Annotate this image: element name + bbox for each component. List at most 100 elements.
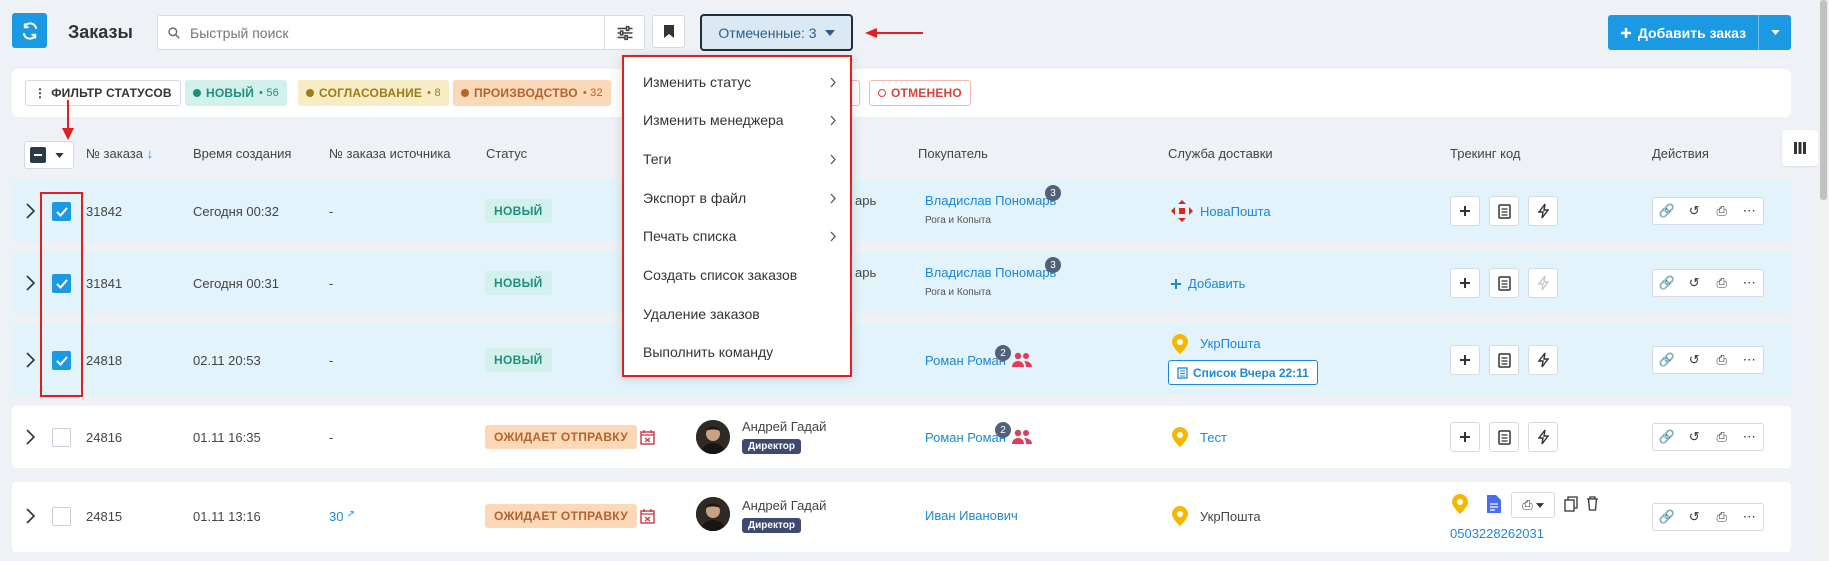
print-icon[interactable]: ⎙ <box>1708 424 1736 450</box>
print-icon[interactable]: ⎙ <box>1708 504 1736 530</box>
history-icon[interactable]: ↺ <box>1681 347 1709 373</box>
page-scrollbar-thumb[interactable] <box>1820 0 1827 200</box>
add-order-dropdown-toggle[interactable] <box>1758 15 1791 50</box>
buyer-link[interactable]: Владислав Пономарь <box>925 265 1056 280</box>
history-icon[interactable]: ↺ <box>1681 198 1709 224</box>
status-filter-button[interactable]: ⋮ ФИЛЬТР СТАТУСОВ <box>25 80 181 106</box>
table-row[interactable]: 24816 01.11 16:35 - ОЖИДАЕТ ОТПРАВКУ Анд… <box>12 406 1791 468</box>
copy-icon[interactable] <box>1564 496 1578 512</box>
calendar-cross-icon[interactable] <box>640 509 655 524</box>
print-icon[interactable]: ⎙ <box>1708 270 1736 296</box>
menu-item-create-order-list[interactable]: Создать список заказов <box>643 260 836 290</box>
select-all-checkbox[interactable] <box>30 147 46 163</box>
order-number[interactable]: 24815 <box>86 509 122 524</box>
column-source-no[interactable]: № заказа источника <box>329 146 451 161</box>
row-checkbox[interactable] <box>52 507 71 526</box>
menu-item-change-status[interactable]: Изменить статус <box>643 67 836 97</box>
table-row[interactable]: 24815 01.11 13:16 30 ↗ ОЖИДАЕТ ОТПРАВКУ … <box>12 482 1791 552</box>
status-badge[interactable]: ОЖИДАЕТ ОТПРАВКУ <box>485 504 637 528</box>
order-number[interactable]: 31841 <box>86 276 122 291</box>
history-icon[interactable]: ↺ <box>1681 504 1709 530</box>
document-button[interactable] <box>1489 345 1519 375</box>
history-icon[interactable]: ↺ <box>1681 270 1709 296</box>
print-icon[interactable]: ⎙ <box>1708 347 1736 373</box>
document-button[interactable] <box>1489 268 1519 298</box>
lightning-button[interactable] <box>1528 196 1558 226</box>
select-all-dropdown[interactable] <box>24 141 74 169</box>
status-chip-new[interactable]: НОВЫЙ • 56 <box>185 80 287 106</box>
buyer-link[interactable]: Иван Иванович <box>925 508 1018 523</box>
tracking-number-link[interactable]: 0503228262031 <box>1450 526 1544 541</box>
status-chip-production[interactable]: ПРОИЗВОДСТВО • 32 <box>453 80 611 106</box>
delivery-link[interactable]: Тест <box>1200 430 1227 445</box>
document-button[interactable] <box>1489 196 1519 226</box>
delivery-link[interactable]: УкрПошта <box>1200 336 1261 351</box>
status-badge[interactable]: НОВЫЙ <box>485 199 552 223</box>
print-icon[interactable]: ⎙ <box>1708 198 1736 224</box>
row-checkbox[interactable] <box>52 428 71 447</box>
search-filter-button[interactable] <box>604 16 644 49</box>
column-delivery[interactable]: Служба доставки <box>1168 146 1273 161</box>
table-row[interactable]: 31841 Сегодня 00:31 - НОВЫЙ арь Владисла… <box>12 252 1791 314</box>
lightning-button[interactable] <box>1528 422 1558 452</box>
chevron-right-icon[interactable] <box>26 275 35 291</box>
column-settings-button[interactable] <box>1782 130 1818 166</box>
chevron-right-icon[interactable] <box>26 429 35 445</box>
print-dropdown-button[interactable]: ⎙ <box>1511 492 1555 518</box>
menu-item-tags[interactable]: Теги <box>643 144 836 174</box>
column-order-no[interactable]: № заказа ↓ <box>86 146 153 161</box>
column-created[interactable]: Время создания <box>193 146 291 161</box>
link-icon[interactable]: 🔗 <box>1653 198 1681 224</box>
buyer-link[interactable]: Роман Роман <box>925 353 1006 368</box>
menu-item-delete-orders[interactable]: Удаление заказов <box>643 299 836 329</box>
menu-item-change-manager[interactable]: Изменить менеджера <box>643 105 836 135</box>
link-icon[interactable]: 🔗 <box>1653 504 1681 530</box>
menu-item-run-command[interactable]: Выполнить команду <box>643 337 836 367</box>
table-row[interactable]: 31842 Сегодня 00:32 - НОВЫЙ арь Владисла… <box>12 180 1791 242</box>
add-tracking-button[interactable] <box>1450 422 1480 452</box>
add-tracking-button[interactable] <box>1450 345 1480 375</box>
link-icon[interactable]: 🔗 <box>1653 347 1681 373</box>
manager-name[interactable]: Андрей Гадай <box>742 419 826 434</box>
menu-item-export[interactable]: Экспорт в файл <box>643 183 836 213</box>
more-icon[interactable]: ⋯ <box>1736 347 1764 373</box>
add-delivery-link[interactable]: Добавить <box>1170 276 1245 291</box>
search-box[interactable] <box>157 15 645 50</box>
order-number[interactable]: 24816 <box>86 430 122 445</box>
more-icon[interactable]: ⋯ <box>1736 270 1764 296</box>
trash-icon[interactable] <box>1586 496 1599 511</box>
selected-orders-button[interactable]: Отмеченные: 3 <box>700 14 853 51</box>
add-tracking-button[interactable] <box>1450 196 1480 226</box>
status-chip-agreement[interactable]: СОГЛАСОВАНИЕ • 8 <box>298 80 449 106</box>
document-button[interactable] <box>1489 422 1519 452</box>
bookmark-button[interactable] <box>652 15 685 48</box>
history-icon[interactable]: ↺ <box>1681 424 1709 450</box>
chevron-right-icon[interactable] <box>26 203 35 219</box>
chevron-right-icon[interactable] <box>26 508 35 524</box>
add-order-button[interactable]: Добавить заказ <box>1608 15 1791 50</box>
add-order-main[interactable]: Добавить заказ <box>1608 25 1758 41</box>
status-badge[interactable]: ОЖИДАЕТ ОТПРАВКУ <box>485 425 637 449</box>
order-number[interactable]: 31842 <box>86 204 122 219</box>
refresh-button[interactable] <box>12 13 47 48</box>
status-badge[interactable]: НОВЫЙ <box>485 271 552 295</box>
more-icon[interactable]: ⋯ <box>1736 198 1764 224</box>
link-icon[interactable]: 🔗 <box>1653 424 1681 450</box>
file-icon[interactable] <box>1486 494 1502 514</box>
more-icon[interactable]: ⋯ <box>1736 504 1764 530</box>
status-chip-cancelled[interactable]: ОТМЕНЕНО <box>869 80 971 106</box>
order-source-link[interactable]: 30 ↗ <box>329 509 355 524</box>
order-number[interactable]: 24818 <box>86 353 122 368</box>
buyer-link[interactable]: Роман Роман <box>925 430 1006 445</box>
search-input[interactable] <box>190 24 604 41</box>
column-buyer[interactable]: Покупатель <box>918 146 988 161</box>
column-status[interactable]: Статус <box>486 146 527 161</box>
lightning-button[interactable] <box>1528 345 1558 375</box>
status-badge[interactable]: НОВЫЙ <box>485 348 552 372</box>
menu-item-print-list[interactable]: Печать списка <box>643 221 836 251</box>
more-icon[interactable]: ⋯ <box>1736 424 1764 450</box>
table-row[interactable]: 24818 02.11 20:53 - НОВЫЙ Роман Роман 2 … <box>12 324 1791 396</box>
order-list-chip[interactable]: Список Вчера 22:11 <box>1168 360 1318 385</box>
link-icon[interactable]: 🔗 <box>1653 270 1681 296</box>
column-tracking[interactable]: Трекинг код <box>1450 146 1521 161</box>
